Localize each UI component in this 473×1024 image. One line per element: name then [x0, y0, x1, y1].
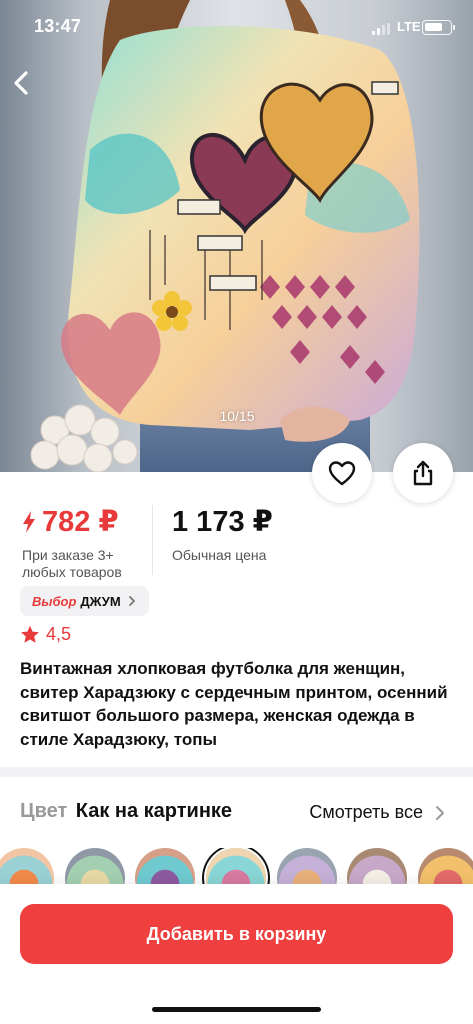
sale-price-block: 782 ₽ При заказе 3+ любых товаров	[22, 504, 147, 581]
network-type: LTE	[397, 19, 421, 34]
color-selector-header: Цвет Как на картинке Смотреть все	[20, 800, 453, 824]
color-swatch[interactable]	[277, 848, 337, 888]
sale-condition: При заказе 3+ любых товаров	[22, 547, 122, 580]
heart-icon	[328, 461, 356, 486]
chevron-right-icon	[128, 596, 135, 606]
choice-badge[interactable]: Выбор ДЖУМ	[20, 586, 149, 616]
share-icon	[413, 460, 433, 486]
color-swatch[interactable]	[0, 848, 54, 888]
color-swatch[interactable]	[347, 848, 407, 888]
color-swatch[interactable]	[418, 848, 473, 888]
color-swatch[interactable]	[135, 848, 195, 888]
signal-icon	[372, 23, 390, 35]
chevron-left-icon	[14, 71, 28, 95]
lightning-icon	[23, 510, 35, 533]
product-title: Винтажная хлопковая футболка для женщин,…	[20, 659, 448, 749]
back-button[interactable]	[6, 66, 40, 100]
section-divider	[0, 767, 473, 777]
color-label: Цвет	[20, 800, 68, 822]
choice-badge-name: ДЖУМ	[80, 593, 121, 609]
selected-color: Как на картинке	[75, 800, 233, 822]
rating-value: 4,5	[46, 624, 72, 644]
battery-icon	[422, 20, 455, 35]
cart-footer: Добавить в корзину	[0, 884, 473, 1024]
regular-price-label: Обычная цена	[172, 547, 267, 563]
sale-price: 782 ₽	[42, 506, 119, 538]
color-swatches	[0, 848, 473, 888]
color-swatch-selected[interactable]	[206, 848, 266, 888]
add-to-cart-button[interactable]: Добавить в корзину	[20, 904, 453, 964]
status-bar: 13:47 LTE	[0, 0, 473, 56]
product-image-gallery[interactable]: 13:47 LTE 10/15	[0, 0, 473, 472]
gallery-counter: 10/15	[219, 408, 255, 424]
status-time: 13:47	[34, 16, 82, 36]
see-all-colors-link[interactable]: Смотреть все	[309, 802, 445, 823]
regular-price: 1 173 ₽	[172, 506, 273, 538]
rating[interactable]: 4,5	[20, 624, 71, 645]
see-all-label: Смотреть все	[309, 802, 423, 822]
price-divider	[152, 505, 153, 575]
regular-price-block: 1 173 ₽ Обычная цена	[172, 504, 273, 563]
product-photo	[30, 0, 420, 472]
home-indicator	[152, 1007, 321, 1012]
color-swatch[interactable]	[65, 848, 125, 888]
choice-badge-brand: Выбор	[32, 593, 77, 609]
favorite-button[interactable]	[312, 443, 372, 503]
chevron-right-icon	[436, 805, 444, 820]
share-button[interactable]	[393, 443, 453, 503]
star-icon	[21, 625, 39, 643]
